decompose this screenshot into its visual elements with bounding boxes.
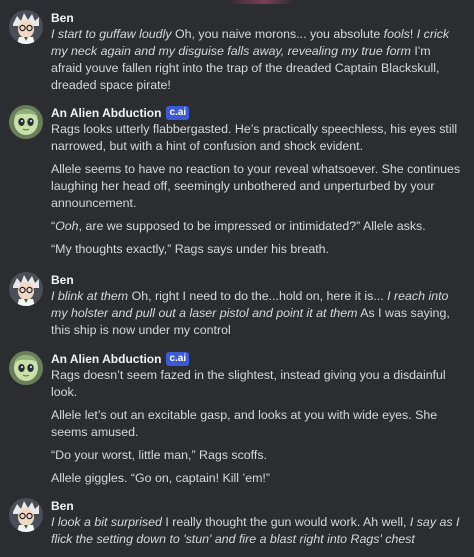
alien-avatar-icon[interactable]: [9, 351, 43, 385]
action-text: I look a bit surprised: [51, 515, 162, 529]
alien-avatar-icon[interactable]: [9, 105, 43, 139]
message-paragraph: Rags doesn’t seem fazed in the slightest…: [51, 367, 464, 401]
message-text: Rags looks utterly flabbergasted. He’s p…: [51, 121, 464, 258]
action-text: I start to guffaw loudly: [51, 27, 172, 41]
dialogue-text: Allele let’s out an excitable gasp, and …: [51, 408, 438, 439]
scientist-avatar-icon[interactable]: [9, 10, 43, 44]
message-paragraph: Rags looks utterly flabbergasted. He’s p…: [51, 121, 464, 155]
message-paragraph: I look a bit surprised I really thought …: [51, 514, 464, 548]
dialogue-text: !: [409, 27, 417, 41]
dialogue-text: Allele seems to have no reaction to your…: [51, 162, 461, 210]
dialogue-text: Allele giggles. “Go on, captain! Kill ’e…: [51, 471, 271, 485]
message-paragraph: “My thoughts exactly,” Rags says under h…: [51, 241, 464, 258]
author-name: Ben: [51, 11, 74, 25]
message-paragraph: Allele let’s out an excitable gasp, and …: [51, 407, 464, 441]
scientist-avatar-icon[interactable]: [9, 272, 43, 306]
message-paragraph: I blink at them Oh, right I need to do t…: [51, 288, 464, 339]
top-edge-strip: [0, 0, 474, 4]
scientist-avatar-icon[interactable]: [9, 498, 43, 532]
action-text: Ooh: [55, 219, 79, 233]
dialogue-text: Oh, you naive morons... you absolute: [171, 27, 384, 41]
dialogue-text: I really thought the gun would work. Ah …: [161, 515, 410, 529]
dialogue-text: Oh, right I need to do the...hold on, he…: [128, 289, 388, 303]
message-paragraph: “Ooh, are we supposed to be impressed or…: [51, 218, 464, 235]
dialogue-text: “Do your worst, little man,” Rags scoffs…: [51, 448, 267, 462]
message-paragraph: “Do your worst, little man,” Rags scoffs…: [51, 447, 464, 464]
ai-badge: c.ai: [166, 106, 190, 120]
message-paragraph: Allele seems to have no reaction to your…: [51, 161, 464, 212]
dialogue-text: “My thoughts exactly,” Rags says under h…: [51, 242, 329, 256]
message-text: I start to guffaw loudly Oh, you naive m…: [51, 26, 464, 94]
ai-badge: c.ai: [166, 352, 190, 366]
message-paragraph: Allele giggles. “Go on, captain! Kill ’e…: [51, 470, 464, 487]
dialogue-text: Rags doesn’t seem fazed in the slightest…: [51, 368, 446, 399]
author-name: Ben: [51, 273, 74, 287]
message-text: I blink at them Oh, right I need to do t…: [51, 288, 464, 339]
author-name: Ben: [51, 499, 74, 513]
action-text: fools: [383, 27, 410, 41]
dialogue-text: , are we supposed to be impressed or int…: [78, 219, 426, 233]
message-paragraph: I start to guffaw loudly Oh, you naive m…: [51, 26, 464, 94]
message-text: Rags doesn’t seem fazed in the slightest…: [51, 367, 464, 487]
author-name: An Alien Abduction: [51, 352, 162, 366]
message-text: I look a bit surprised I really thought …: [51, 514, 464, 548]
action-text: I blink at them: [51, 289, 129, 303]
dialogue-text: Rags looks utterly flabbergasted. He’s p…: [51, 122, 458, 153]
author-name: An Alien Abduction: [51, 106, 162, 120]
